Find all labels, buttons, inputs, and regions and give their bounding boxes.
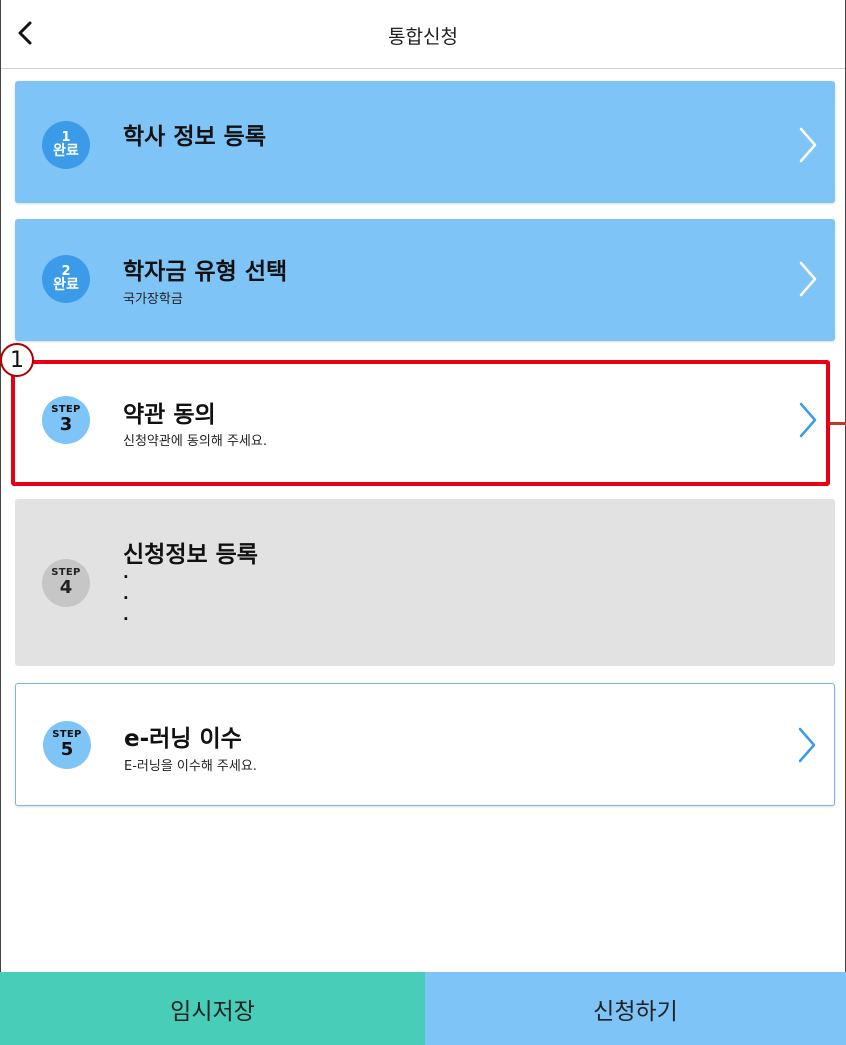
step-4-card: STEP 4 신청정보 등록 · · · [15,499,835,666]
dot: · [123,568,129,586]
chevron-right-icon [799,127,817,163]
step-2-title: 학자금 유형 선택 [123,259,288,285]
chevron-right-icon [798,727,816,763]
chevron-right-icon [799,261,817,297]
step-2-card[interactable]: 2 완료 학자금 유형 선택 국가장학금 [15,219,835,341]
annotation-leader-line [830,422,846,425]
highlight-box [11,360,830,486]
step-1-badge: 1 완료 [42,121,90,169]
step-5-title: e-러닝 이수 [124,726,242,752]
step-4-title: 신청정보 등록 [123,542,258,568]
step-5-badge-number: 5 [60,738,74,760]
step-2-badge-number: 2 [61,263,71,279]
app-header: 통합신청 [1,0,845,69]
step-4-badge: STEP 4 [42,559,90,607]
step-2-badge: 2 완료 [42,255,90,303]
dot: · [123,589,129,607]
step-2-subtitle: 국가장학금 [123,292,183,307]
step-1-card[interactable]: 1 완료 학사 정보 등록 [15,81,835,203]
apply-button[interactable]: 신청하기 [425,972,846,1045]
step-5-subtitle: E-러닝을 이수해 주세요. [124,759,257,774]
page-title: 통합신청 [388,26,458,48]
step-5-badge: STEP 5 [43,721,91,769]
step-4-placeholder-dots: · · · [123,567,129,630]
step-5-card[interactable]: STEP 5 e-러닝 이수 E-러닝을 이수해 주세요. [15,683,835,806]
step-1-badge-status: 완료 [53,143,79,160]
dot: · [123,610,129,628]
step-4-badge-number: 4 [59,576,73,598]
temp-save-button[interactable]: 임시저장 [0,972,425,1045]
annotation-marker: 1 [0,343,34,377]
step-1-title: 학사 정보 등록 [123,124,266,150]
step-2-badge-status: 완료 [53,277,79,294]
step-1-badge-number: 1 [61,129,71,145]
